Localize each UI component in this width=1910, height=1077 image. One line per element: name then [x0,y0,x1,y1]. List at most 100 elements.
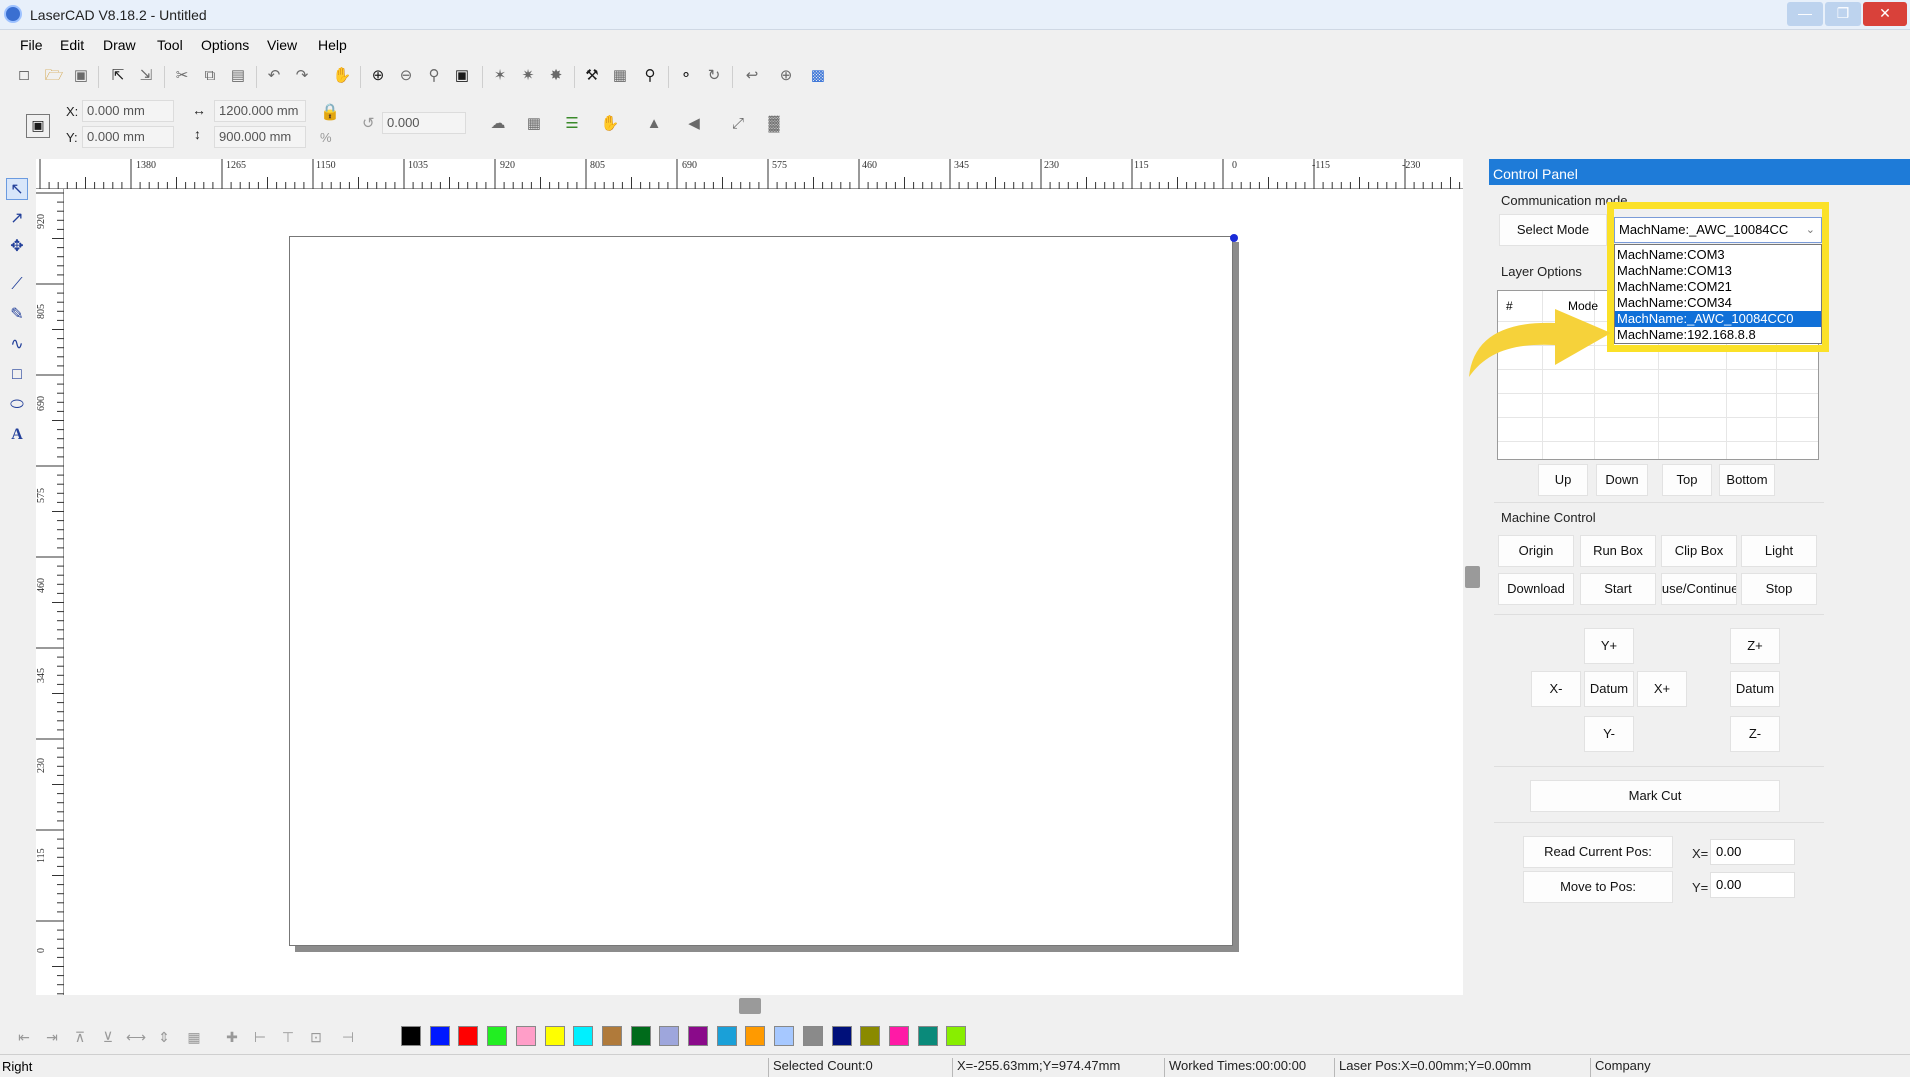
color-swatch[interactable] [716,1026,737,1046]
menu-options[interactable]: Options [201,37,249,53]
jog-datum-button[interactable]: Datum [1584,671,1634,707]
pan-hand-icon[interactable]: ✋ [332,66,352,86]
height-field[interactable]: 900.000 mm [214,126,306,148]
same-width-icon[interactable]: ⊢ [250,1027,270,1047]
move-to-pos-button[interactable]: Move to Pos: [1523,871,1673,903]
scale-icon[interactable]: ⤢ [728,114,748,134]
rectangle-icon[interactable]: □ [6,364,28,386]
grid-array-icon[interactable]: ▦ [524,114,544,134]
download-button[interactable]: Download [1498,573,1574,605]
machine-option-selected[interactable]: MachName:_AWC_10084CC0 [1615,311,1821,327]
menu-file[interactable]: File [20,37,43,53]
color-swatch[interactable] [544,1026,565,1046]
light-button[interactable]: Light [1741,535,1817,567]
jog-y-minus-button[interactable]: Y- [1584,716,1634,752]
horizontal-scrollbar[interactable] [739,998,761,1014]
color-swatch[interactable] [860,1026,881,1046]
start-button[interactable]: Start [1580,573,1656,605]
distribute-icon[interactable]: ✚ [222,1027,242,1047]
bezier-icon[interactable]: ∿ [6,334,28,356]
layer-stack-icon[interactable]: ☰ [562,114,582,134]
align-right-icon[interactable]: ⇥ [42,1027,62,1047]
layer-bottom-button[interactable]: Bottom [1719,464,1775,496]
mark-cut-button[interactable]: Mark Cut [1530,780,1780,812]
machine-option[interactable]: MachName:COM21 [1615,279,1821,295]
undo-icon[interactable]: ↶ [264,66,284,86]
layer-up-button[interactable]: Up [1538,464,1588,496]
copy-icon[interactable]: ⧉ [200,66,220,86]
zoom-out-icon[interactable]: ⊖ [396,66,416,86]
cloud-icon[interactable]: ☁ [488,114,508,134]
reference-point-icon[interactable]: ▣ [26,114,50,138]
spacing-icon[interactable]: ⊣ [338,1027,358,1047]
work-area-page[interactable] [289,236,1233,946]
color-swatch[interactable] [458,1026,479,1046]
color-swatch[interactable] [429,1026,450,1046]
import-icon[interactable]: ⇱ [108,66,128,86]
stop-button[interactable]: Stop [1741,573,1817,605]
color-swatch[interactable] [831,1026,852,1046]
pen-icon[interactable]: ✎ [6,304,28,326]
monitor-icon[interactable]: ▩ [808,66,828,86]
jog-z-minus-button[interactable]: Z- [1730,716,1780,752]
machine-select-dropdown[interactable]: MachName:_AWC_10084CC ⌄ [1614,217,1822,243]
search-zoom-icon[interactable]: ⚲ [640,66,660,86]
minimize-icon[interactable]: — [1787,2,1823,26]
pattern-fill-icon[interactable]: ▓ [764,114,784,134]
color-swatch[interactable] [774,1026,795,1046]
jog-z-plus-button[interactable]: Z+ [1730,628,1780,664]
select-mode-button[interactable]: Select Mode [1499,214,1607,246]
run-box-button[interactable]: Run Box [1580,535,1656,567]
color-swatch[interactable] [401,1026,421,1046]
pos-y-input[interactable]: 0.00 [1710,872,1795,898]
color-swatch[interactable] [688,1026,708,1046]
zoom-page-icon[interactable]: ▣ [452,66,472,86]
clip-box-button[interactable]: Clip Box [1661,535,1737,567]
same-height-icon[interactable]: ⊤ [278,1027,298,1047]
layer-down-button[interactable]: Down [1596,464,1648,496]
align-center-v-icon[interactable]: ⇕ [154,1027,174,1047]
machine-option[interactable]: MachName:COM3 [1615,247,1821,263]
menu-tool[interactable]: Tool [157,37,183,53]
settings-wand-icon[interactable]: ⚒ [582,66,602,86]
read-current-pos-button[interactable]: Read Current Pos: [1523,836,1673,868]
color-swatch[interactable] [487,1026,508,1046]
machine-option[interactable]: MachName:COM13 [1615,263,1821,279]
align-page-center-icon[interactable]: ▦ [184,1027,204,1047]
save-icon[interactable]: ▣ [71,66,91,86]
z-datum-button[interactable]: Datum [1730,671,1780,707]
machine-option[interactable]: MachName:COM34 [1615,295,1821,311]
machine-option[interactable]: MachName:192.168.8.8 [1615,327,1821,343]
jog-x-minus-button[interactable]: X- [1531,671,1581,707]
direction-icon[interactable]: ↻ [704,66,724,86]
text-tool-icon[interactable]: A [6,424,28,446]
menu-edit[interactable]: Edit [60,37,84,53]
simulate-icon[interactable]: ↩ [742,66,762,86]
maximize-icon[interactable]: ❐ [1825,2,1861,26]
mirror-horizontal-icon[interactable]: ◀ [684,114,704,134]
color-swatch[interactable] [745,1026,766,1046]
mirror-vertical-icon[interactable]: ▲ [644,114,664,134]
ellipse-icon[interactable]: ⬭ [6,394,28,416]
menu-help[interactable]: Help [318,37,347,53]
jog-y-plus-button[interactable]: Y+ [1584,628,1634,664]
color-swatch[interactable] [802,1026,823,1046]
new-file-icon[interactable]: □ [14,66,34,86]
align-center-h-icon[interactable]: ⟷ [126,1027,146,1047]
color-swatch[interactable] [573,1026,594,1046]
hand-icon[interactable]: ✋ [600,114,620,134]
array-icon[interactable]: ▦ [610,66,630,86]
polyline-icon[interactable]: ✥ [6,236,28,258]
select-arrow-icon[interactable]: ↖ [6,178,28,200]
menu-view[interactable]: View [267,37,297,53]
export-icon[interactable]: ⇲ [136,66,156,86]
zoom-in-icon[interactable]: ⊕ [368,66,388,86]
pos-x-input[interactable]: 0.00 [1710,839,1795,865]
close-icon[interactable]: ✕ [1863,2,1907,26]
y-position-field[interactable]: 0.000 mm [82,126,174,148]
lock-icon[interactable]: 🔒 [320,102,340,122]
same-size-icon[interactable]: ⊡ [306,1027,326,1047]
color-swatch[interactable] [946,1026,967,1046]
join-icon[interactable]: ✷ [518,66,538,86]
align-bottom-icon[interactable]: ⊻ [98,1027,118,1047]
